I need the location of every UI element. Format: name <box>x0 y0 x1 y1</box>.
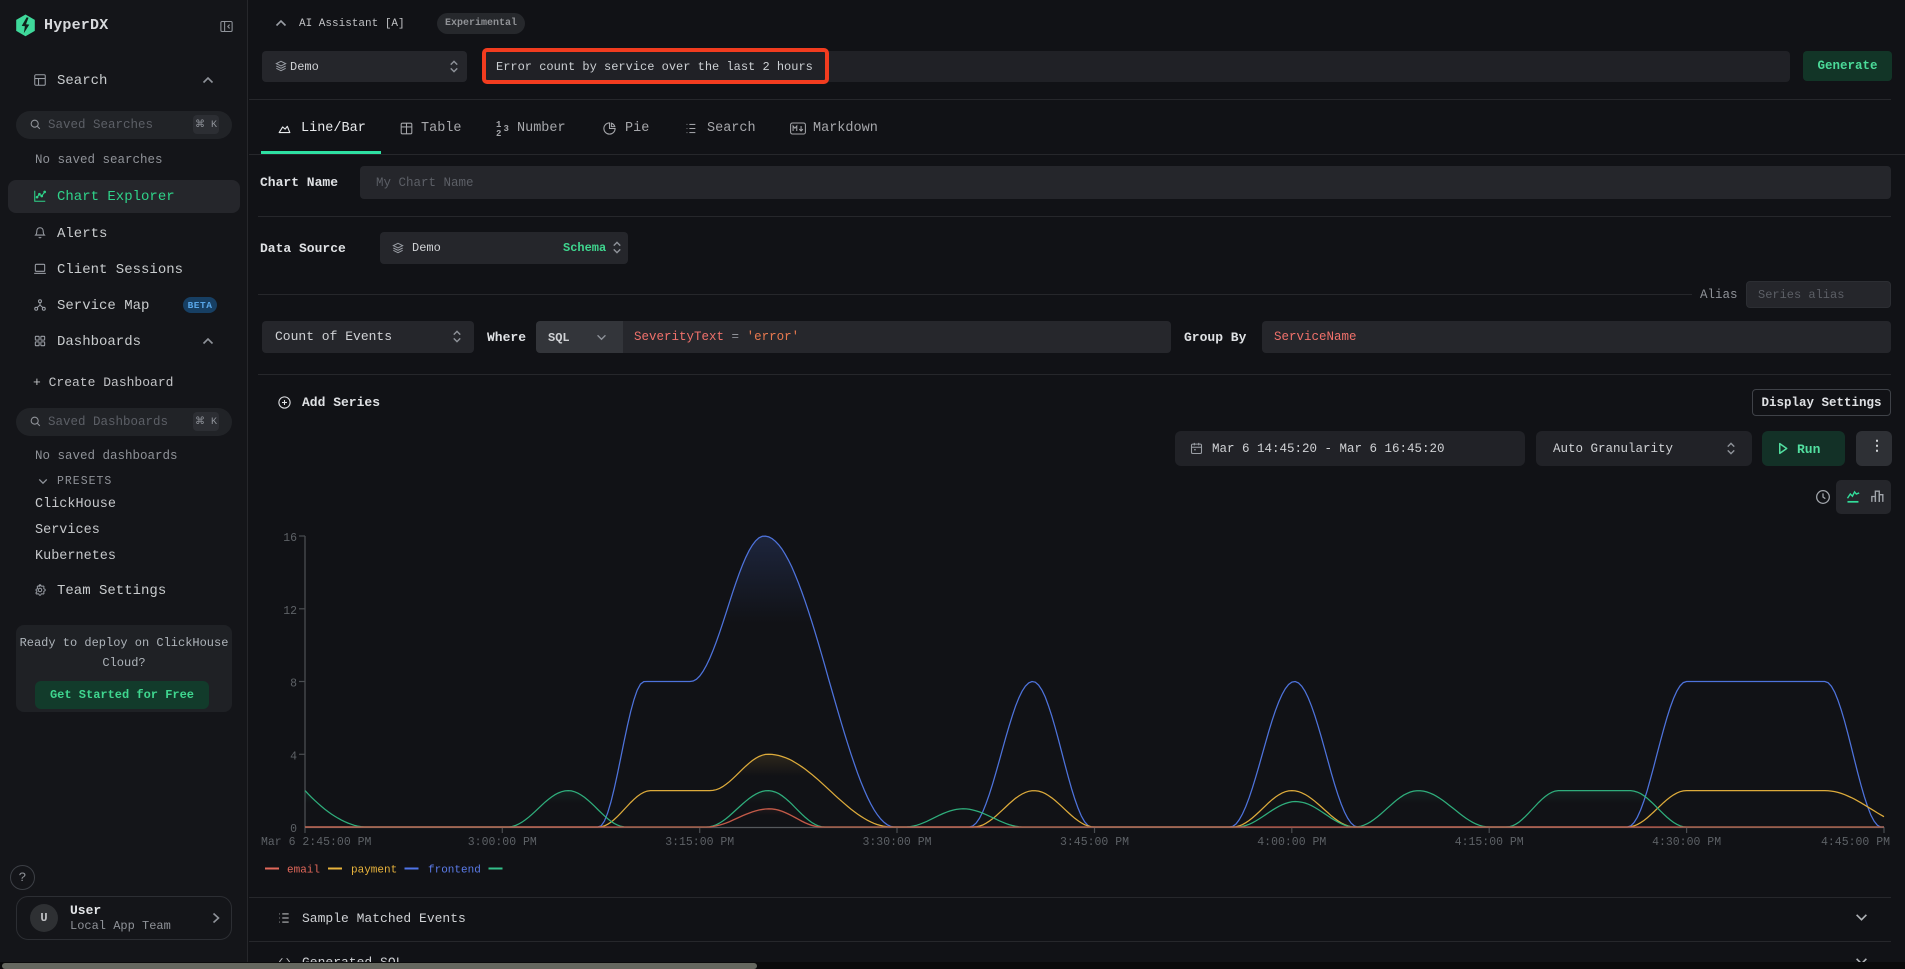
svg-text:3:30:00 PM: 3:30:00 PM <box>862 836 931 849</box>
svg-text:email: email <box>287 865 320 877</box>
svg-text:3:15:00 PM: 3:15:00 PM <box>665 836 734 849</box>
svg-text:16: 16 <box>283 532 297 545</box>
svg-text:3: 3 <box>504 124 509 134</box>
svg-text:4:30:00 PM: 4:30:00 PM <box>1652 836 1721 849</box>
svg-text:3:00:00 PM: 3:00:00 PM <box>468 836 537 849</box>
svg-text:frontend: frontend <box>428 865 481 877</box>
svg-text:12: 12 <box>283 605 297 618</box>
svg-text:8: 8 <box>290 678 297 691</box>
svg-text:0: 0 <box>290 823 297 836</box>
svg-text:4:45:00 PM: 4:45:00 PM <box>1821 836 1890 849</box>
svg-text:4:15:00 PM: 4:15:00 PM <box>1455 836 1524 849</box>
svg-text:4:00:00 PM: 4:00:00 PM <box>1257 836 1326 849</box>
svg-text:4: 4 <box>290 750 297 763</box>
svg-text:payment: payment <box>351 865 397 877</box>
svg-text:3:45:00 PM: 3:45:00 PM <box>1060 836 1129 849</box>
svg-text:Mar 6 2:45:00 PM: Mar 6 2:45:00 PM <box>261 836 372 849</box>
svg-text:2: 2 <box>496 129 501 137</box>
